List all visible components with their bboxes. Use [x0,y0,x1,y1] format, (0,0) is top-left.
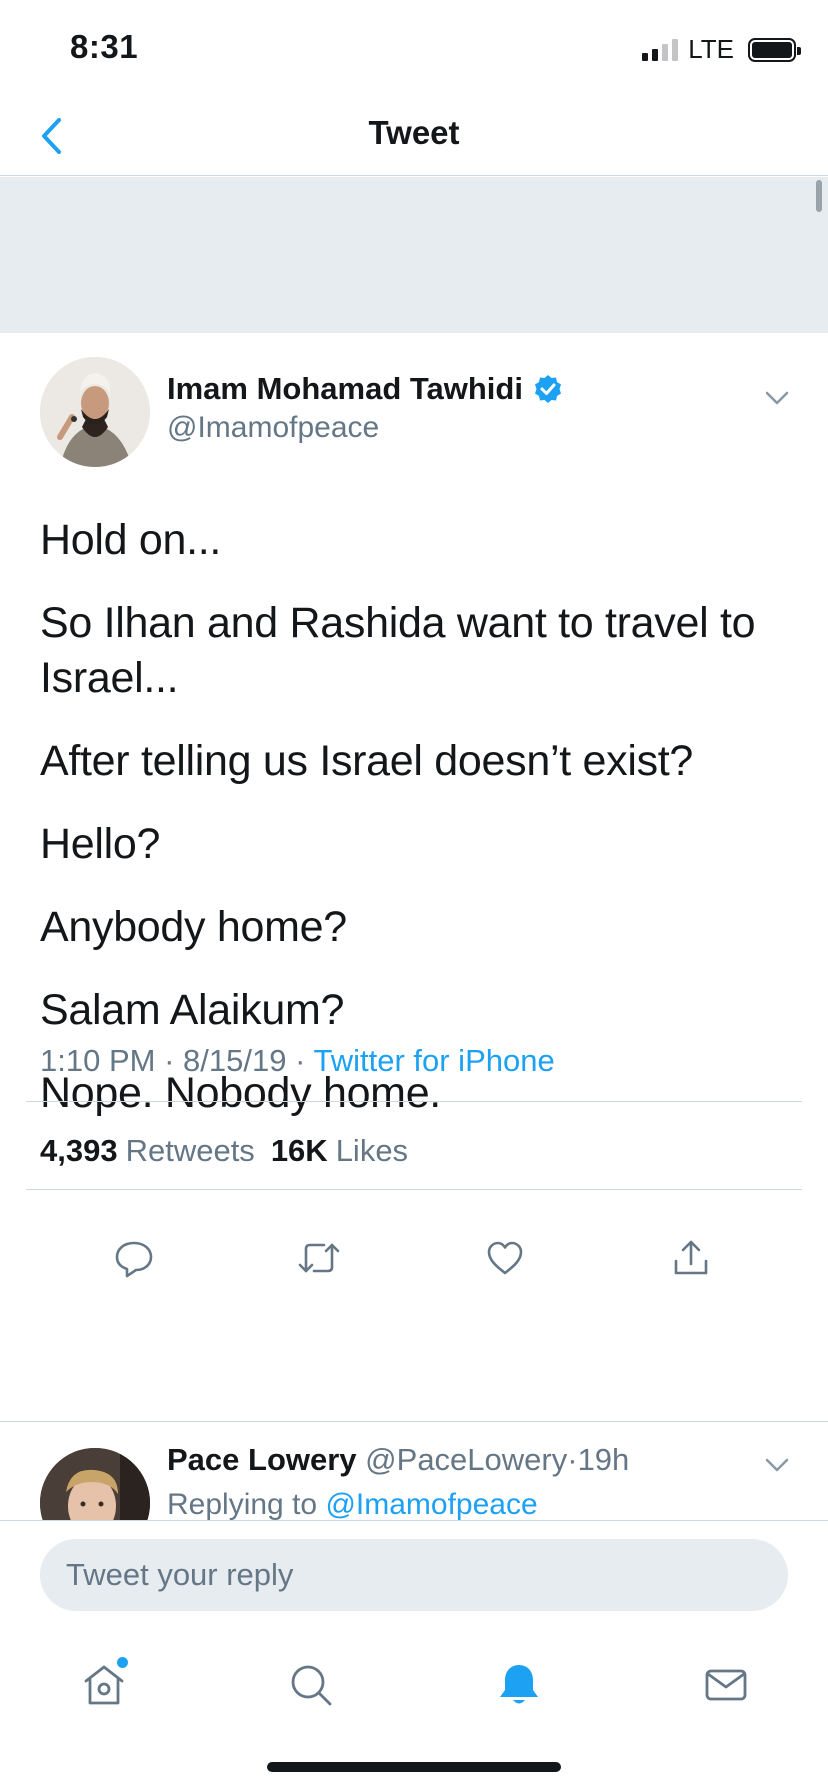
tweet-meta: 1:10 PM · 8/15/19 · Twitter for iPhone [40,1043,555,1079]
tweet-source-link[interactable]: Twitter for iPhone [313,1043,554,1078]
tweet-line: Anybody home? [40,903,347,952]
network-label: LTE [688,34,734,64]
meta-separator: · [164,1043,175,1078]
chevron-down-icon [765,391,789,405]
retweets-count: 4,393 [40,1133,118,1168]
reply-button[interactable] [109,1233,159,1283]
replying-to-mention[interactable]: @Imamofpeace [325,1488,537,1520]
replying-to-label: Replying to [167,1488,318,1520]
signal-icon [642,38,679,61]
tab-search[interactable] [281,1655,341,1715]
reply-avatar[interactable] [40,1448,150,1520]
divider [26,1101,802,1102]
tweet-line: Hold on... [40,516,222,564]
messages-icon [705,1669,747,1701]
share-icon [674,1240,708,1275]
tab-messages[interactable] [696,1655,756,1715]
reply-author-name[interactable]: Pace Lowery [167,1442,357,1477]
author-name-row[interactable]: Imam Mohamad Tawhidi [167,371,563,407]
retweets-label: Retweets [125,1133,255,1168]
divider [0,1421,828,1422]
tweet-line: So Ilhan and Rashida want to travel to I… [40,599,756,703]
likes-stat[interactable]: 16K Likes [271,1133,408,1169]
verified-badge-icon [534,375,561,403]
status-bar: 8:31 LTE [0,0,828,96]
share-button[interactable] [666,1233,716,1283]
tweet-time: 1:10 PM [40,1043,156,1078]
status-indicators: LTE [642,34,801,65]
notifications-icon [500,1665,538,1704]
status-time: 8:31 [70,28,139,65]
tab-home[interactable] [74,1655,134,1715]
page-title: Tweet [368,114,460,151]
tab-notifications[interactable] [489,1655,549,1715]
tweet-line: After telling us Israel doesn’t exist? [40,737,694,786]
nav-bar: Tweet [0,96,828,176]
retweet-icon [298,1243,340,1273]
likes-label: Likes [335,1133,409,1168]
tweet-date: 8/15/19 [183,1043,287,1078]
tab-bar [0,1649,828,1729]
tweet-line: Hello? [40,820,161,869]
like-button[interactable] [480,1233,530,1283]
author-handle[interactable]: @Imamofpeace [167,411,379,445]
home-indicator[interactable] [267,1762,561,1772]
like-icon [487,1241,523,1275]
battery-icon [748,37,801,62]
meta-separator: · [295,1043,306,1078]
author-name[interactable]: Imam Mohamad Tawhidi [167,371,523,407]
tweet-line: Salam Alaikum? [40,986,345,1035]
reply-author-handle[interactable]: @PaceLowery [365,1442,567,1477]
tweet-actions [0,1213,828,1303]
retweet-button[interactable] [294,1233,344,1283]
compose-area [0,1520,828,1792]
author-avatar[interactable] [40,357,150,467]
likes-count: 16K [270,1133,328,1168]
new-content-dot [117,1657,128,1668]
meta-separator: · [567,1442,578,1477]
reply-time: 19h [577,1442,630,1477]
scrollbar[interactable] [816,180,822,212]
reply-input[interactable] [40,1539,788,1611]
tweet-options-button[interactable] [762,383,792,413]
home-icon [84,1665,124,1705]
reply-icon [115,1241,153,1278]
reply-item[interactable]: Pace Lowery @PaceLowery·19h Replying to … [0,1424,828,1520]
search-icon [291,1665,332,1706]
divider [26,1189,802,1190]
loading-band [0,177,828,333]
reply-header: Pace Lowery @PaceLowery·19h [167,1442,629,1478]
replying-to: Replying to @Imamofpeace [167,1488,538,1520]
retweets-stat[interactable]: 4,393 Retweets [40,1133,255,1169]
chevron-down-icon [765,1458,789,1472]
reply-options-button[interactable] [762,1450,792,1480]
tweet-stats: 4,393 Retweets 16K Likes [40,1133,408,1169]
